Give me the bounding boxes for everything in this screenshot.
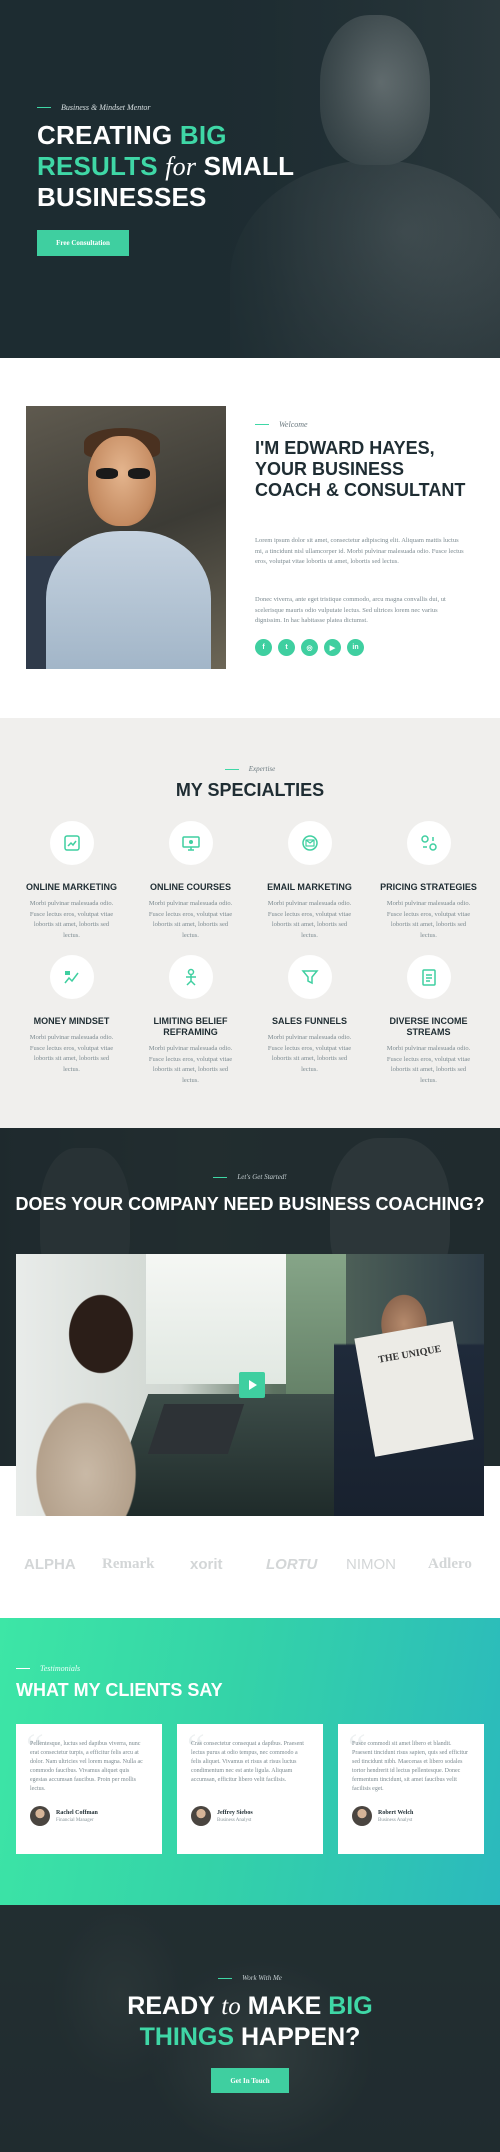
about-paragraph-1: Lorem ipsum dolor sit amet, consectetur … xyxy=(255,537,464,565)
final-title: READY to MAKE BIG THINGS HAPPEN? xyxy=(127,1992,373,2051)
about-eyebrow: Welcome xyxy=(255,420,308,429)
specialty-title: SALES FUNNELS xyxy=(271,1016,347,1026)
specialty-card: MONEY MINDSET Morbi pulvinar malesuada o… xyxy=(16,955,127,1089)
marketing-icon xyxy=(49,821,94,865)
instagram-icon[interactable]: ◎ xyxy=(301,639,318,656)
testimonial-name: Rachel Coffman xyxy=(56,1809,98,1816)
specialty-description: Morbi pulvinar malesuada odio. Fusce lec… xyxy=(29,900,114,939)
specialty-title: ONLINE COURSES xyxy=(149,882,231,892)
specialty-card: LIMITING BELIEF REFRAMING Morbi pulvinar… xyxy=(135,955,246,1089)
specialty-description: Morbi pulvinar malesuada odio. Fusce lec… xyxy=(386,1045,471,1084)
final-cta-section: Work With Me READY to MAKE BIG THINGS HA… xyxy=(0,1905,500,2152)
cta-eyebrow: Let's Get Started! xyxy=(0,1173,500,1181)
pricing-icon xyxy=(406,821,451,865)
video-player[interactable]: THE UNIQUE xyxy=(16,1254,484,1516)
avatar xyxy=(352,1806,372,1826)
specialty-title: MONEY MINDSET xyxy=(33,1016,110,1026)
testimonials-section: Testimonials WHAT MY CLIENTS SAY “ Pelle… xyxy=(0,1618,500,1905)
logo-alpha: ALPHA xyxy=(24,1556,76,1573)
testimonial-text: Pellentesque, luctus sed dapibus viverra… xyxy=(30,1741,143,1792)
specialties-section: Expertise MY SPECIALTIES ONLINE MARKETIN… xyxy=(0,718,500,1128)
specialty-description: Morbi pulvinar malesuada odio. Fusce lec… xyxy=(267,1034,352,1073)
testimonial-name: Jeffrey Siebos xyxy=(217,1809,253,1816)
avatar xyxy=(30,1806,50,1826)
specialty-card: PRICING STRATEGIES Morbi pulvinar malesu… xyxy=(373,821,484,955)
testimonial-text: Fusce commodi sit amet libero et blandit… xyxy=(352,1741,469,1792)
client-logos: ALPHA Remark xorit LORTU NIMON Adlero xyxy=(0,1556,500,1586)
specialty-card: ONLINE MARKETING Morbi pulvinar malesuad… xyxy=(16,821,127,955)
specialty-title: DIVERSE INCOME STREAMS xyxy=(389,1016,468,1037)
linkedin-icon[interactable]: in xyxy=(347,639,364,656)
testimonial-cards: “ Pellentesque, luctus sed dapibus viver… xyxy=(16,1724,484,1854)
twitter-icon[interactable]: t xyxy=(278,639,295,656)
specialties-eyebrow: Expertise xyxy=(0,765,500,773)
logo-lortu: LORTU xyxy=(266,1556,318,1573)
testimonial-role: Business Analyst xyxy=(378,1817,413,1823)
testimonials-eyebrow: Testimonials xyxy=(16,1664,80,1673)
about-section: Welcome I'M EDWARD HAYES, YOUR BUSINESS … xyxy=(0,358,500,718)
coaching-cta-section: Let's Get Started! DOES YOUR COMPANY NEE… xyxy=(0,1128,500,1618)
income-icon xyxy=(406,955,451,999)
social-links: f t ◎ ▶ in xyxy=(255,639,364,656)
specialty-title: EMAIL MARKETING xyxy=(267,882,352,892)
about-paragraph-2: Donec viverra, ante eget tristique commo… xyxy=(255,596,446,624)
logo-xorit: xorit xyxy=(190,1556,223,1573)
final-eyebrow: Work With Me xyxy=(0,1974,500,1982)
specialty-description: Morbi pulvinar malesuada odio. Fusce lec… xyxy=(29,1034,114,1073)
facebook-icon[interactable]: f xyxy=(255,639,272,656)
hero-section: Business & Mindset Mentor CREATING BIG R… xyxy=(0,0,500,358)
get-in-touch-button[interactable]: Get In Touch xyxy=(211,2068,289,2093)
avatar xyxy=(191,1806,211,1826)
hero-eyebrow: Business & Mindset Mentor xyxy=(37,103,151,112)
logo-nimon: NIMON xyxy=(346,1556,396,1573)
email-icon xyxy=(287,821,332,865)
testimonial-name: Robert Welch xyxy=(378,1809,414,1816)
logo-adlero: Adlero xyxy=(428,1556,472,1572)
specialties-title: MY SPECIALTIES xyxy=(175,780,325,800)
specialty-card: DIVERSE INCOME STREAMS Morbi pulvinar ma… xyxy=(373,955,484,1089)
testimonial-card: “ Fusce commodi sit amet libero et bland… xyxy=(338,1724,484,1854)
courses-icon xyxy=(168,821,213,865)
specialty-card: SALES FUNNELS Morbi pulvinar malesuada o… xyxy=(254,955,365,1089)
specialty-description: Morbi pulvinar malesuada odio. Fusce lec… xyxy=(386,900,471,939)
coach-portrait-photo xyxy=(26,406,226,669)
play-icon[interactable] xyxy=(239,1372,265,1398)
cta-title: DOES YOUR COMPANY NEED BUSINESS COACHING… xyxy=(15,1194,485,1214)
about-title: I'M EDWARD HAYES, YOUR BUSINESS COACH & … xyxy=(255,438,466,500)
specialty-title: ONLINE MARKETING xyxy=(26,882,117,892)
specialty-title: PRICING STRATEGIES xyxy=(380,882,477,892)
hero-title: CREATING BIG RESULTS for SMALL BUSINESSE… xyxy=(37,120,295,212)
newspaper-headline: THE UNIQUE xyxy=(377,1343,443,1366)
funnel-icon xyxy=(287,955,332,999)
testimonial-text: Cras consectetur consequat a dapibus. Pr… xyxy=(191,1741,304,1783)
specialty-description: Morbi pulvinar malesuada odio. Fusce lec… xyxy=(148,900,233,939)
testimonial-card: “ Cras consectetur consequat a dapibus. … xyxy=(177,1724,323,1854)
specialty-description: Morbi pulvinar malesuada odio. Fusce lec… xyxy=(267,900,352,939)
money-icon xyxy=(49,955,94,999)
youtube-icon[interactable]: ▶ xyxy=(324,639,341,656)
specialty-card: EMAIL MARKETING Morbi pulvinar malesuada… xyxy=(254,821,365,955)
specialty-description: Morbi pulvinar malesuada odio. Fusce lec… xyxy=(148,1045,233,1084)
testimonial-role: Financial Manager xyxy=(56,1817,94,1823)
testimonials-title: WHAT MY CLIENTS SAY xyxy=(16,1680,223,1700)
belief-icon xyxy=(168,955,213,999)
testimonial-role: Business Analyst xyxy=(217,1817,252,1823)
specialties-grid: ONLINE MARKETING Morbi pulvinar malesuad… xyxy=(16,821,484,1089)
specialty-title: LIMITING BELIEF REFRAMING xyxy=(153,1016,228,1037)
specialty-card: ONLINE COURSES Morbi pulvinar malesuada … xyxy=(135,821,246,955)
free-consultation-button[interactable]: Free Consultation xyxy=(37,230,129,256)
logo-remark: Remark xyxy=(102,1556,155,1572)
testimonial-card: “ Pellentesque, luctus sed dapibus viver… xyxy=(16,1724,162,1854)
